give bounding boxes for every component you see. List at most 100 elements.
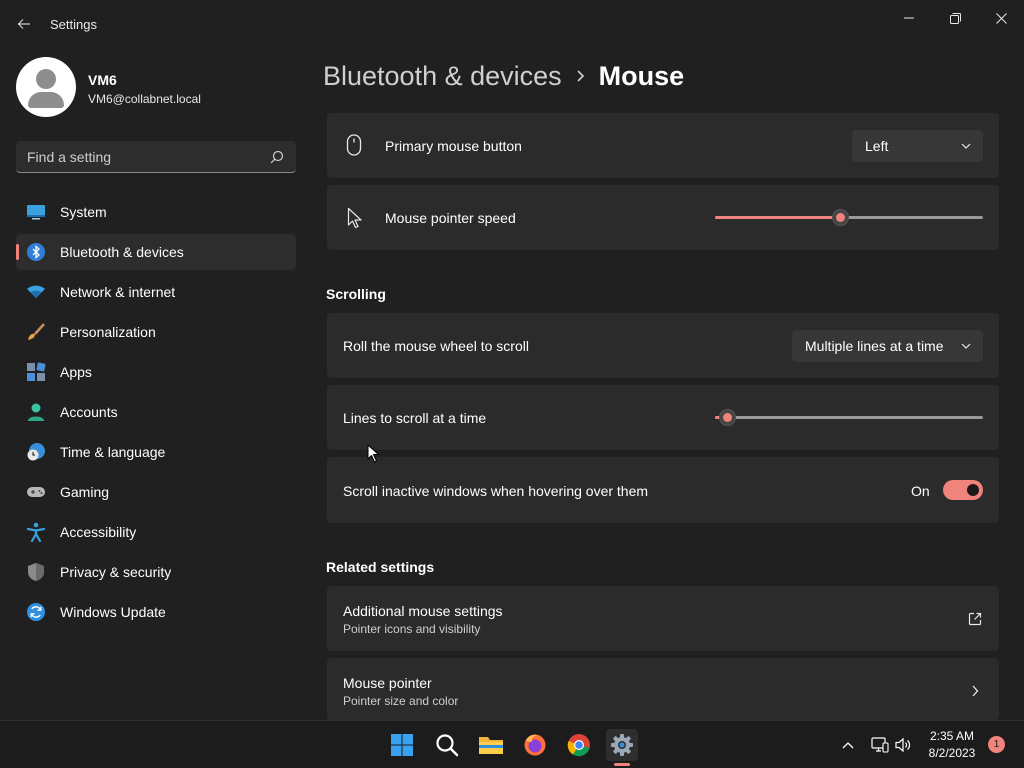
sidebar-item-accounts[interactable]: Accounts <box>16 394 296 430</box>
additional-mouse-settings-card[interactable]: Additional mouse settings Pointer icons … <box>327 586 999 651</box>
user-profile[interactable]: VM6 VM6@collabnet.local <box>16 57 296 119</box>
user-name: VM6 <box>88 72 117 88</box>
sidebar-item-privacy[interactable]: Privacy & security <box>16 554 296 590</box>
sidebar-item-accessibility[interactable]: Accessibility <box>16 514 296 550</box>
sidebar-item-label: Network & internet <box>60 284 176 300</box>
slider-thumb[interactable] <box>832 209 849 226</box>
search-icon <box>270 150 284 164</box>
search-icon[interactable] <box>431 729 463 761</box>
search-input[interactable]: Find a setting <box>16 141 296 173</box>
volume-icon[interactable] <box>893 735 913 755</box>
windows-start-icon[interactable] <box>386 729 418 761</box>
sidebar-item-time-language[interactable]: Time & language <box>16 434 296 470</box>
back-arrow-icon <box>17 19 30 29</box>
network-icon[interactable] <box>870 735 890 755</box>
scroll-inactive-card: Scroll inactive windows when hovering ov… <box>327 457 999 523</box>
account-icon <box>26 402 46 422</box>
lines-to-scroll-label: Lines to scroll at a time <box>343 410 487 426</box>
roll-wheel-dropdown[interactable]: Multiple lines at a time <box>792 330 983 362</box>
file-explorer-icon[interactable] <box>475 729 507 761</box>
primary-mouse-button-card: Primary mouse button Left <box>327 113 999 178</box>
user-email: VM6@collabnet.local <box>88 92 201 106</box>
sidebar-item-personalization[interactable]: Personalization <box>16 314 296 350</box>
dropdown-value: Multiple lines at a time <box>805 338 944 354</box>
sidebar-item-label: System <box>60 204 107 220</box>
breadcrumb-parent[interactable]: Bluetooth & devices <box>323 61 562 92</box>
chevron-right-icon <box>576 69 585 83</box>
minimize-icon <box>904 17 914 19</box>
scroll-inactive-label: Scroll inactive windows when hovering ov… <box>343 483 649 499</box>
title-bar: Settings <box>0 0 1024 48</box>
lines-to-scroll-card: Lines to scroll at a time <box>327 385 999 450</box>
primary-mouse-button-label: Primary mouse button <box>385 138 522 154</box>
sidebar-item-windows-update[interactable]: Windows Update <box>16 594 296 630</box>
slider-fill <box>715 216 841 219</box>
mouse-pointer-description: Pointer size and color <box>343 694 459 708</box>
sidebar-item-label: Accounts <box>60 404 118 420</box>
sidebar-item-network[interactable]: Network & internet <box>16 274 296 310</box>
brush-icon <box>26 322 46 342</box>
sidebar-item-bluetooth[interactable]: Bluetooth & devices <box>16 234 296 270</box>
close-icon <box>995 12 1007 24</box>
chevron-down-icon <box>961 143 971 149</box>
sidebar-item-label: Windows Update <box>60 604 166 620</box>
sidebar-item-label: Accessibility <box>60 524 137 540</box>
accessibility-icon <box>26 522 46 542</box>
additional-mouse-settings-description: Pointer icons and visibility <box>343 622 481 636</box>
sidebar-item-label: Gaming <box>60 484 110 500</box>
scrolling-section-title: Scrolling <box>326 286 386 302</box>
additional-mouse-settings-label: Additional mouse settings <box>343 603 503 619</box>
related-settings-title: Related settings <box>326 559 435 575</box>
chevron-down-icon <box>961 343 971 349</box>
clock-date[interactable]: 8/2/2023 <box>916 746 988 760</box>
mouse-icon <box>346 134 362 156</box>
firefox-icon[interactable] <box>519 729 551 761</box>
restore-button[interactable] <box>932 4 978 32</box>
settings-icon[interactable] <box>606 729 638 761</box>
chevron-right-icon <box>972 685 979 697</box>
sidebar-item-system[interactable]: System <box>16 194 296 230</box>
sidebar-item-label: Bluetooth & devices <box>60 244 184 260</box>
clock-time[interactable]: 2:35 AM <box>916 729 988 743</box>
dropdown-value: Left <box>865 138 889 154</box>
active-app-indicator <box>614 763 630 766</box>
roll-wheel-label: Roll the mouse wheel to scroll <box>343 338 529 354</box>
primary-mouse-button-dropdown[interactable]: Left <box>852 130 983 162</box>
avatar <box>16 57 76 117</box>
search-placeholder: Find a setting <box>27 149 112 165</box>
sidebar-item-label: Time & language <box>60 444 166 460</box>
lines-to-scroll-slider[interactable] <box>715 407 983 427</box>
mouse-pointer-label: Mouse pointer <box>343 675 432 691</box>
apps-icon <box>26 362 46 382</box>
bluetooth-icon <box>26 242 46 262</box>
page-title: Mouse <box>598 60 685 91</box>
app-title: Settings <box>50 17 97 32</box>
chrome-icon[interactable] <box>563 729 595 761</box>
sidebar-item-label: Personalization <box>60 324 156 340</box>
back-button[interactable] <box>12 12 36 36</box>
pointer-speed-slider[interactable] <box>715 207 983 227</box>
update-icon <box>26 602 46 622</box>
sidebar-item-label: Apps <box>60 364 92 380</box>
minimize-button[interactable] <box>886 4 932 32</box>
close-button[interactable] <box>978 4 1024 32</box>
system-icon <box>26 202 46 222</box>
pointer-icon <box>347 207 362 229</box>
roll-wheel-card: Roll the mouse wheel to scroll Multiple … <box>327 313 999 378</box>
scroll-inactive-toggle[interactable] <box>943 480 983 500</box>
slider-thumb[interactable] <box>719 409 736 426</box>
toggle-state-label: On <box>911 483 930 499</box>
external-link-icon <box>968 612 982 626</box>
pointer-speed-label: Mouse pointer speed <box>385 210 516 226</box>
globe-clock-icon <box>26 442 46 462</box>
taskbar: 2:35 AM 8/2/2023 1 <box>0 720 1024 768</box>
notification-badge[interactable]: 1 <box>988 736 1005 753</box>
mouse-cursor-icon <box>367 444 379 463</box>
sidebar-item-apps[interactable]: Apps <box>16 354 296 390</box>
sidebar-item-label: Privacy & security <box>60 564 172 580</box>
chevron-up-icon[interactable] <box>838 735 858 755</box>
sidebar-item-gaming[interactable]: Gaming <box>16 474 296 510</box>
shield-icon <box>26 562 46 582</box>
mouse-pointer-card[interactable]: Mouse pointer Pointer size and color <box>327 658 999 720</box>
restore-icon <box>949 12 961 24</box>
